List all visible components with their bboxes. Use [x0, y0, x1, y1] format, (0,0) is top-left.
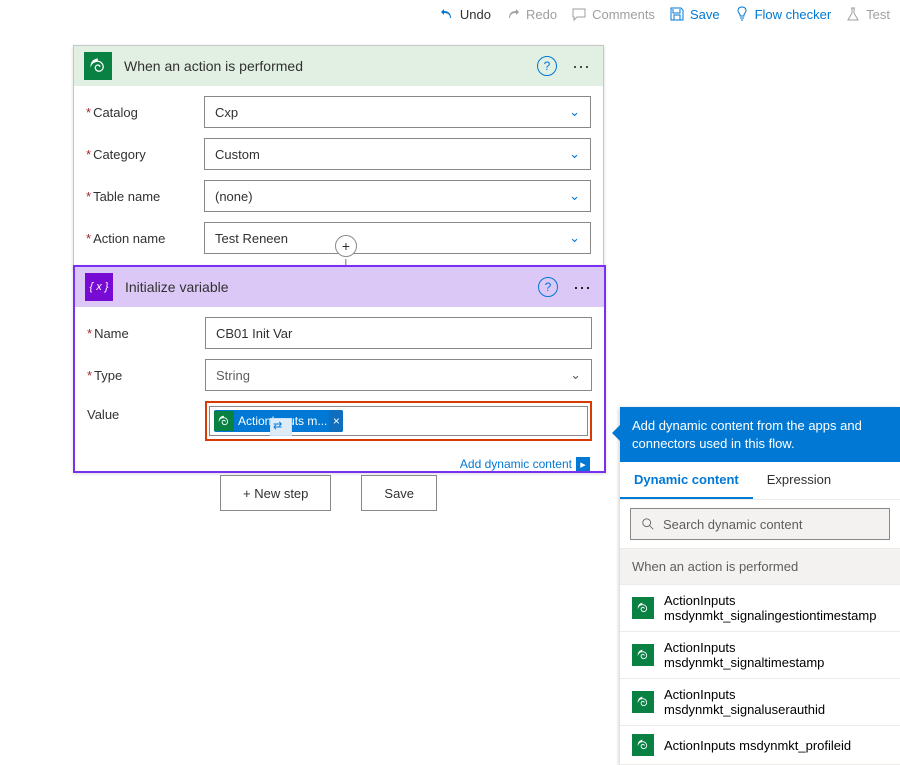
type-row: *Type String⌄ — [87, 359, 592, 391]
comments-icon — [571, 6, 587, 22]
value-input-highlight: ActionInputs m... × — [205, 401, 592, 441]
value-label: Value — [87, 401, 205, 422]
dynamic-content-tabs: Dynamic content Expression — [620, 462, 900, 500]
token-drag-handle-icon: ⇄ — [273, 419, 282, 432]
save-label: Save — [690, 7, 720, 22]
table-name-label: *Table name — [86, 189, 204, 204]
category-select[interactable]: Custom⌄ — [204, 138, 591, 170]
new-step-button[interactable]: + New step — [220, 475, 331, 511]
initialize-variable-card[interactable]: { x } Initialize variable ? ··· *Name CB… — [73, 265, 606, 473]
chevron-down-icon: ⌄ — [569, 230, 580, 246]
panel-callout-arrow — [612, 425, 620, 441]
table-name-select[interactable]: (none)⌄ — [204, 180, 591, 212]
search-placeholder: Search dynamic content — [663, 517, 802, 532]
token-remove-button[interactable]: × — [329, 410, 343, 432]
catalog-label: *Catalog — [86, 105, 204, 120]
type-select[interactable]: String⌄ — [205, 359, 592, 391]
name-row: *Name CB01 Init Var — [87, 317, 592, 349]
dataverse-icon — [214, 411, 234, 431]
initialize-variable-header[interactable]: { x } Initialize variable ? ··· — [75, 267, 604, 307]
flow-checker-icon — [734, 6, 750, 22]
initialize-variable-body: *Name CB01 Init Var *Type String⌄ Value … — [75, 307, 604, 471]
add-dynamic-content-link[interactable]: Add dynamic content ▸ — [460, 457, 590, 471]
category-label: *Category — [86, 147, 204, 162]
dataverse-icon — [632, 597, 654, 619]
redo-icon — [505, 6, 521, 22]
dynamic-content-panel: Add dynamic content from the apps and co… — [620, 407, 900, 765]
dynamic-content-headline: Add dynamic content from the apps and co… — [620, 407, 900, 462]
value-input[interactable]: ActionInputs m... × — [209, 406, 588, 436]
dynamic-content-item-label: ActionInputs msdynmkt_signaltimestamp — [664, 640, 888, 670]
more-icon[interactable]: ··· — [569, 54, 593, 78]
catalog-row: *Catalog Cxp⌄ — [86, 96, 591, 128]
tab-dynamic-content[interactable]: Dynamic content — [620, 462, 753, 499]
action-name-select[interactable]: Test Reneen⌄ — [204, 222, 591, 254]
dynamic-content-search[interactable]: Search dynamic content — [630, 508, 890, 540]
add-dynamic-content-icon: ▸ — [576, 457, 590, 471]
trigger-card-header[interactable]: When an action is performed ? ··· — [74, 46, 603, 86]
top-toolbar: Undo Redo Comments Save Flow checker Tes… — [439, 6, 890, 22]
dynamic-content-item-label: ActionInputs msdynmkt_signaluserauthid — [664, 687, 888, 717]
test-label: Test — [866, 7, 890, 22]
value-row: Value ActionInputs m... × — [87, 401, 592, 441]
save-button[interactable]: Save — [669, 6, 720, 22]
search-icon — [641, 517, 655, 531]
comments-button[interactable]: Comments — [571, 6, 655, 22]
catalog-select[interactable]: Cxp⌄ — [204, 96, 591, 128]
comments-label: Comments — [592, 7, 655, 22]
trigger-card-title: When an action is performed — [124, 58, 525, 74]
chevron-down-icon: ⌄ — [569, 188, 580, 204]
dynamic-content-item[interactable]: ActionInputs msdynmkt_signalingestiontim… — [620, 585, 900, 632]
undo-label: Undo — [460, 7, 491, 22]
chevron-down-icon: ⌄ — [569, 104, 580, 120]
dataverse-icon — [632, 691, 654, 713]
help-icon[interactable]: ? — [537, 56, 557, 76]
dynamic-content-item[interactable]: ActionInputs msdynmkt_signaluserauthid — [620, 679, 900, 726]
tab-expression[interactable]: Expression — [753, 462, 845, 499]
category-row: *Category Custom⌄ — [86, 138, 591, 170]
table-name-row: *Table name (none)⌄ — [86, 180, 591, 212]
undo-button[interactable]: Undo — [439, 6, 491, 22]
dataverse-icon — [632, 644, 654, 666]
dynamic-content-item-label: ActionInputs msdynmkt_profileid — [664, 738, 851, 753]
name-label: *Name — [87, 326, 205, 341]
dataverse-icon — [632, 734, 654, 756]
action-name-label: *Action name — [86, 231, 204, 246]
redo-button[interactable]: Redo — [505, 6, 557, 22]
dynamic-content-item[interactable]: ActionInputs msdynmkt_profileid — [620, 726, 900, 765]
type-label: *Type — [87, 368, 205, 383]
dynamic-content-item[interactable]: ActionInputs msdynmkt_signaltimestamp — [620, 632, 900, 679]
dynamic-content-item-label: ActionInputs msdynmkt_signalingestiontim… — [664, 593, 888, 623]
redo-label: Redo — [526, 7, 557, 22]
insert-step-button[interactable]: + — [335, 235, 357, 257]
save-icon — [669, 6, 685, 22]
flow-footer-buttons: + New step Save — [220, 475, 437, 511]
variable-icon: { x } — [85, 273, 113, 301]
flow-checker-button[interactable]: Flow checker — [734, 6, 832, 22]
undo-icon — [439, 6, 455, 22]
dataverse-icon — [84, 52, 112, 80]
more-icon[interactable]: ··· — [570, 275, 594, 299]
test-icon — [845, 6, 861, 22]
flow-checker-label: Flow checker — [755, 7, 832, 22]
test-button[interactable]: Test — [845, 6, 890, 22]
chevron-down-icon: ⌄ — [569, 146, 580, 162]
initialize-variable-title: Initialize variable — [125, 279, 526, 295]
dynamic-content-group-header: When an action is performed — [620, 548, 900, 585]
name-input[interactable]: CB01 Init Var — [205, 317, 592, 349]
add-dynamic-content-label: Add dynamic content — [460, 457, 572, 471]
chevron-down-icon: ⌄ — [570, 367, 581, 383]
save-flow-button[interactable]: Save — [361, 475, 437, 511]
help-icon[interactable]: ? — [538, 277, 558, 297]
